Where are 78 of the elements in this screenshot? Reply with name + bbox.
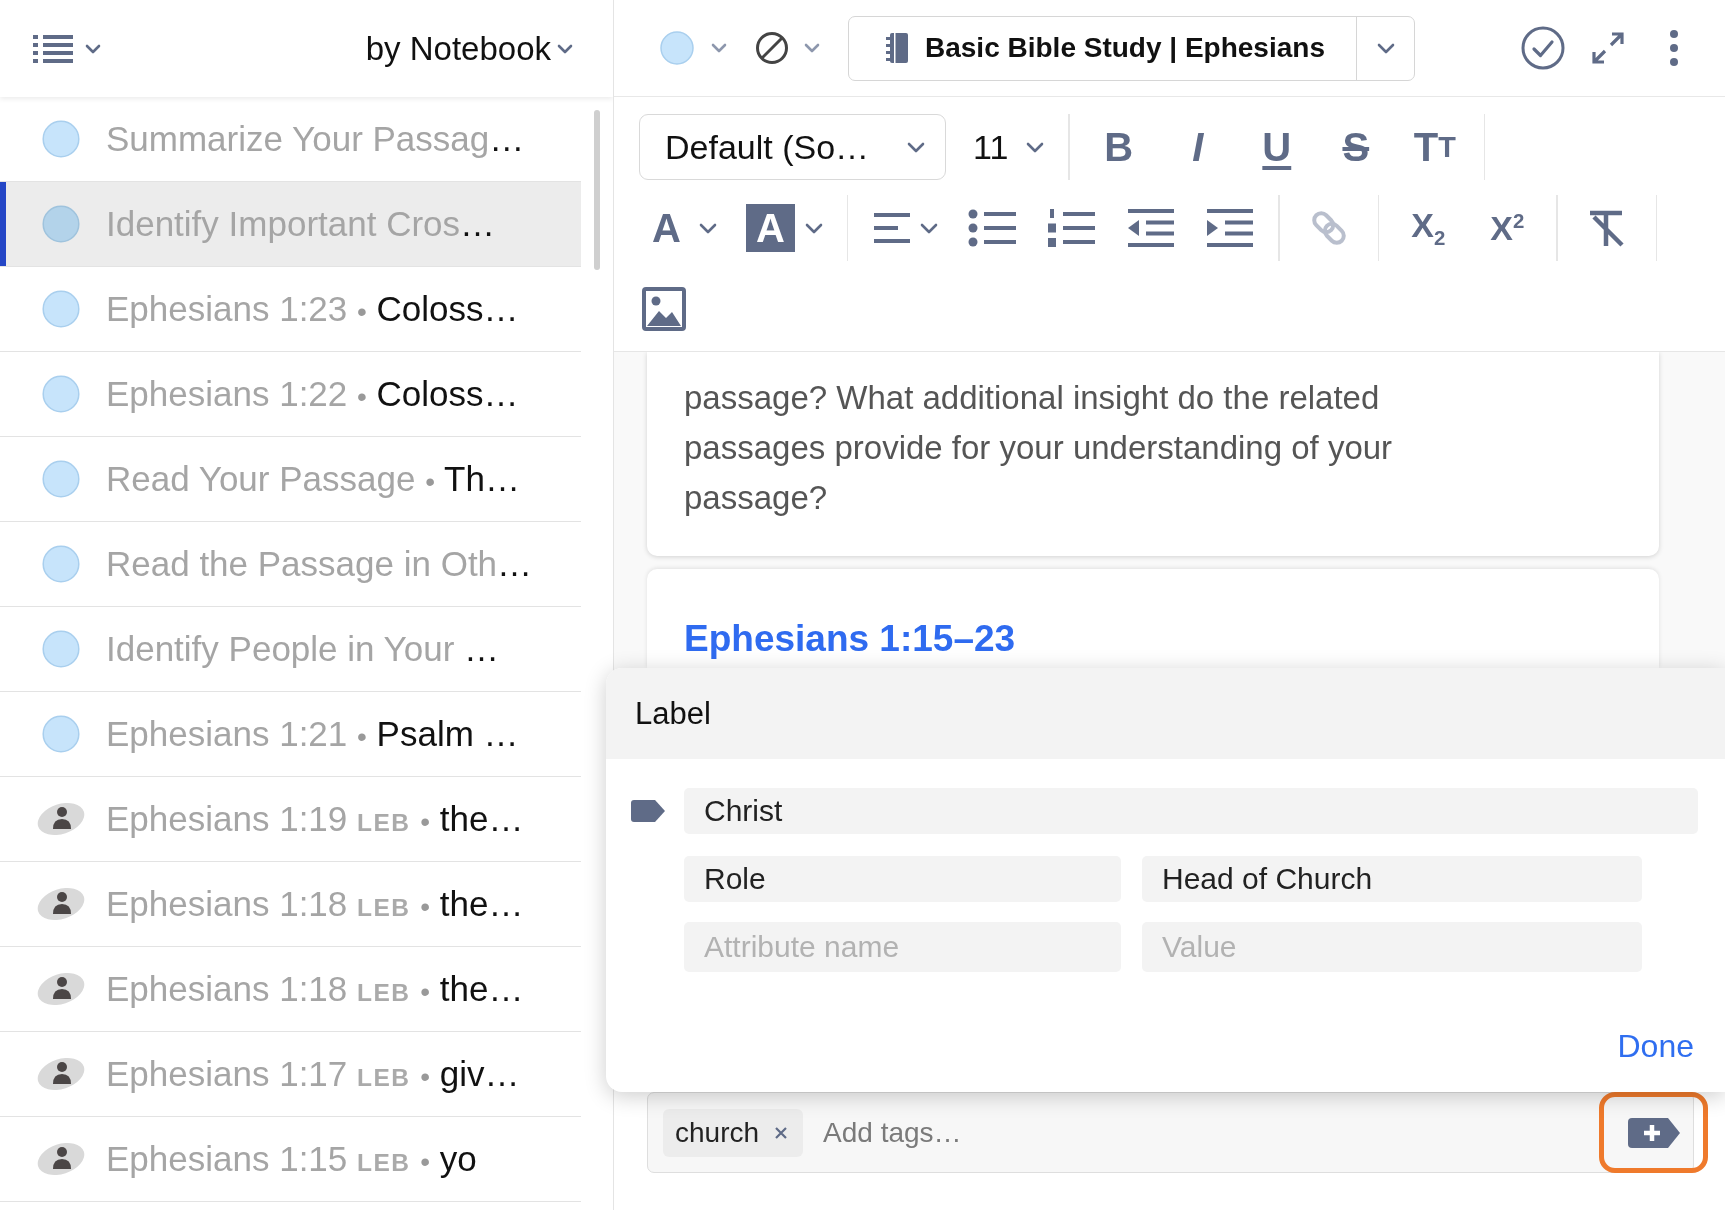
chevron-icon [907, 141, 925, 153]
font-size-dropdown[interactable]: 11 [973, 127, 1045, 167]
note-circle-icon [42, 290, 80, 328]
scrollbar-thumb[interactable] [594, 110, 600, 270]
superscript-button[interactable]: X$^{2}$ [1482, 198, 1533, 258]
text-size-button[interactable]: TT [1409, 117, 1460, 177]
image-icon [642, 287, 686, 331]
attribute-name-field[interactable]: Attribute name [684, 922, 1121, 972]
note-list-item[interactable]: Ephesians 1:21 • Psalm … [0, 692, 581, 777]
tag-label: church [675, 1116, 760, 1149]
note-circle-icon [42, 120, 80, 158]
notebook-button[interactable]: Basic Bible Study | Ephesians [849, 16, 1356, 80]
note-circle-icon [42, 205, 80, 243]
mark-complete-button[interactable] [1521, 26, 1565, 70]
attribute-name-field[interactable]: Role [684, 856, 1121, 902]
outdent-icon [1126, 208, 1175, 248]
note-list-item[interactable]: Read Your Passage • Th… [0, 437, 581, 522]
tags-field[interactable]: church Add tags… [647, 1092, 1694, 1173]
check-circle-icon [1521, 26, 1565, 70]
note-circle-icon [42, 715, 80, 753]
attribute-value-field[interactable]: Value [1142, 922, 1642, 972]
chevron-icon [85, 43, 101, 54]
strikethrough-button[interactable]: S [1330, 117, 1381, 177]
note-circle-icon [42, 460, 80, 498]
chevron-icon [804, 222, 823, 234]
chevron-icon [698, 222, 717, 234]
note-list-item[interactable]: Ephesians 1:18 LEB • the… [0, 947, 581, 1032]
bold-button[interactable]: B [1093, 117, 1144, 177]
chevron-icon [1026, 141, 1045, 153]
indent-icon [1205, 208, 1254, 248]
color-button[interactable] [660, 31, 727, 65]
style-button[interactable] [755, 31, 820, 65]
list-icon [33, 33, 73, 64]
italic-button[interactable]: I [1172, 117, 1223, 177]
note-list-item[interactable]: Identify Important Cros… [0, 182, 581, 267]
underline-button[interactable]: U [1251, 117, 1302, 177]
expand-icon [1591, 31, 1625, 65]
add-tag-button[interactable] [1626, 1116, 1681, 1149]
note-circle-icon [42, 375, 80, 413]
bulleted-list-icon [968, 208, 1017, 248]
note-circle-icon [42, 545, 80, 583]
slashed-circle-icon [755, 31, 789, 65]
tag-icon [630, 799, 666, 823]
chevron-icon [1376, 42, 1395, 54]
group-by-dropdown[interactable]: by Notebook [365, 29, 573, 68]
note-list-item[interactable]: Identify People in Your … [0, 607, 581, 692]
expand-button[interactable] [1591, 31, 1625, 65]
chevron-icon [557, 43, 573, 54]
note-list-item[interactable]: Ephesians 1:22 • Coloss… [0, 352, 581, 437]
prompt-text: passage? What additional insight do the related passages provide for your understanding of your passage? [684, 378, 1394, 518]
note-list-item[interactable]: Ephesians 1:17 LEB • giv… [0, 1032, 581, 1117]
note-circle-icon [42, 630, 80, 668]
align-left-icon [872, 212, 913, 244]
subscript-button[interactable]: X$_{2}$ [1403, 198, 1454, 258]
done-button[interactable]: Done [1617, 1028, 1694, 1064]
note-list-item[interactable]: Ephesians 1:23 • Coloss… [0, 267, 581, 352]
add-tags-input[interactable]: Add tags… [821, 1107, 1613, 1158]
font-dropdown[interactable]: Default (So… [639, 114, 946, 180]
tag-plus-icon [1626, 1116, 1681, 1149]
numbered-list-icon [1047, 208, 1096, 248]
chevron-icon [920, 222, 939, 234]
chevron-icon [711, 43, 727, 53]
notebook-icon [885, 32, 909, 64]
popup-title: Label [606, 668, 1725, 759]
note-list-item[interactable]: Ephesians 1:18 LEB • the… [0, 862, 581, 947]
passage-heading[interactable]: Ephesians 1:15–23 [684, 617, 1016, 661]
chevron-icon [804, 43, 820, 53]
note-list-item[interactable]: Ephesians 1:19 LEB • the… [0, 777, 581, 862]
vertical-dots-icon [1670, 30, 1678, 66]
view-menu-button[interactable] [33, 33, 101, 64]
note-list-item[interactable]: Read the Passage in Oth… [0, 522, 581, 607]
attribute-value-field[interactable]: Head of Church [1142, 856, 1642, 902]
more-button[interactable] [1670, 30, 1678, 66]
font-color-button[interactable]: A [652, 198, 717, 258]
note-list-item[interactable]: Ephesians 1:15 LEB • yo [0, 1117, 581, 1202]
close-icon[interactable] [775, 1126, 788, 1139]
label-name-field[interactable]: Christ [684, 788, 1698, 834]
color-swatch-icon [660, 31, 694, 65]
